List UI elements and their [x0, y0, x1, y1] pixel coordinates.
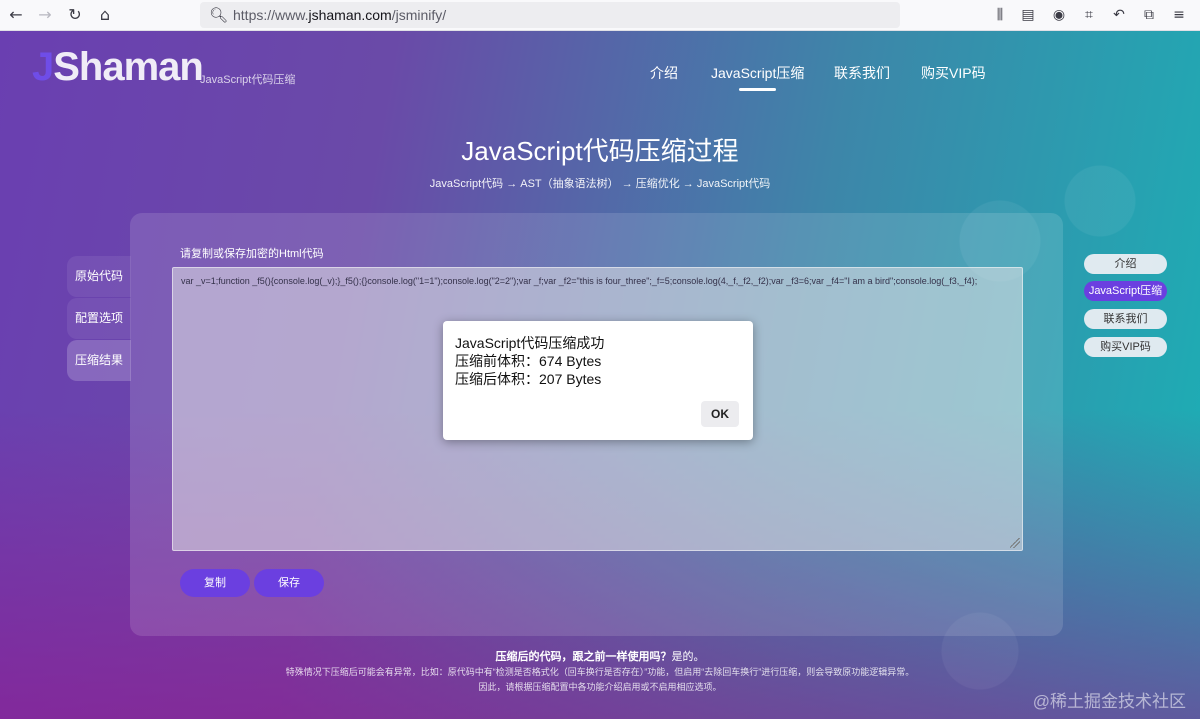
page-subtitle: JavaScript代码 → AST（抽象语法树） → 压缩优化 → JavaS…: [429, 178, 771, 190]
nav-contact[interactable]: 联系我们: [834, 63, 890, 83]
reader-view-icon[interactable]: ▤: [1018, 5, 1038, 25]
account-icon[interactable]: ◉: [1049, 5, 1069, 25]
nav-buy-vip[interactable]: 购买VIP码: [921, 63, 986, 83]
alert-message: JavaScript代码压缩成功 压缩前体积：674 Bytes 压缩后体积：2…: [455, 334, 604, 388]
tab-original-code[interactable]: 原始代码: [67, 256, 131, 297]
copy-button[interactable]: 复制: [180, 569, 250, 597]
tab-minify-result[interactable]: 压缩结果: [67, 340, 131, 381]
browser-toolbar: ← → ↻ ⌂ 🔍︎ https://www.jshaman.com/jsmin…: [0, 0, 1200, 31]
alert-line-before-size: 压缩前体积：674 Bytes: [455, 353, 602, 369]
site-logo[interactable]: JShaman: [32, 45, 204, 90]
reload-icon[interactable]: ↻: [65, 5, 85, 25]
result-code[interactable]: var _v=1;function _f5(){console.log(_v);…: [181, 276, 977, 286]
save-button[interactable]: 保存: [254, 569, 324, 597]
url-text[interactable]: https://www.jshaman.com/jsminify/: [233, 7, 446, 23]
side-nav-contact[interactable]: 联系我们: [1084, 309, 1167, 329]
site-info-icon[interactable]: 🔍︎: [209, 6, 228, 24]
undo-icon[interactable]: ↶: [1109, 5, 1129, 25]
nav-intro[interactable]: 介绍: [650, 63, 678, 83]
faq-note-2: 因此，请根据压缩配置中各功能介绍启用或不启用相应选项。: [478, 682, 722, 692]
menu-icon[interactable]: ≡: [1169, 5, 1189, 25]
alert-dialog: JavaScript代码压缩成功 压缩前体积：674 Bytes 压缩后体积：2…: [443, 321, 753, 440]
logo-subtitle: JavaScript代码压缩: [200, 74, 296, 86]
faq-note-1: 特殊情况下压缩后可能会有异常，比如：原代码中有“检测是否格式化（回车换行是否存在…: [285, 667, 915, 677]
tab-config-options[interactable]: 配置选项: [67, 298, 131, 339]
alert-line-success: JavaScript代码压缩成功: [455, 335, 605, 351]
result-label: 请复制或保存加密的Html代码: [180, 248, 324, 260]
home-icon[interactable]: ⌂: [95, 5, 115, 25]
faq-line: 压缩后的代码，跟之前一样使用吗？是的。: [495, 651, 705, 663]
ok-button[interactable]: OK: [701, 401, 739, 427]
alert-line-after-size: 压缩后体积：207 Bytes: [455, 371, 602, 387]
address-bar[interactable]: 🔍︎ https://www.jshaman.com/jsminify/: [200, 2, 900, 28]
page-title: JavaScript代码压缩过程: [461, 136, 739, 166]
nav-js-minify[interactable]: JavaScript压缩: [711, 63, 804, 91]
side-nav-intro[interactable]: 介绍: [1084, 254, 1167, 274]
extensions-icon[interactable]: ⧉: [1139, 5, 1159, 25]
resize-handle-icon[interactable]: [1010, 538, 1020, 548]
back-icon[interactable]: ←: [6, 5, 26, 25]
forward-icon[interactable]: →: [35, 5, 55, 25]
screenshot-icon[interactable]: ⌗: [1079, 5, 1099, 25]
side-nav-buy-vip[interactable]: 购买VIP码: [1084, 337, 1167, 357]
library-icon[interactable]: ⫼: [990, 5, 1010, 25]
side-nav-js-minify[interactable]: JavaScript压缩: [1084, 281, 1167, 301]
watermark: @稀土掘金技术社区: [1032, 692, 1186, 711]
